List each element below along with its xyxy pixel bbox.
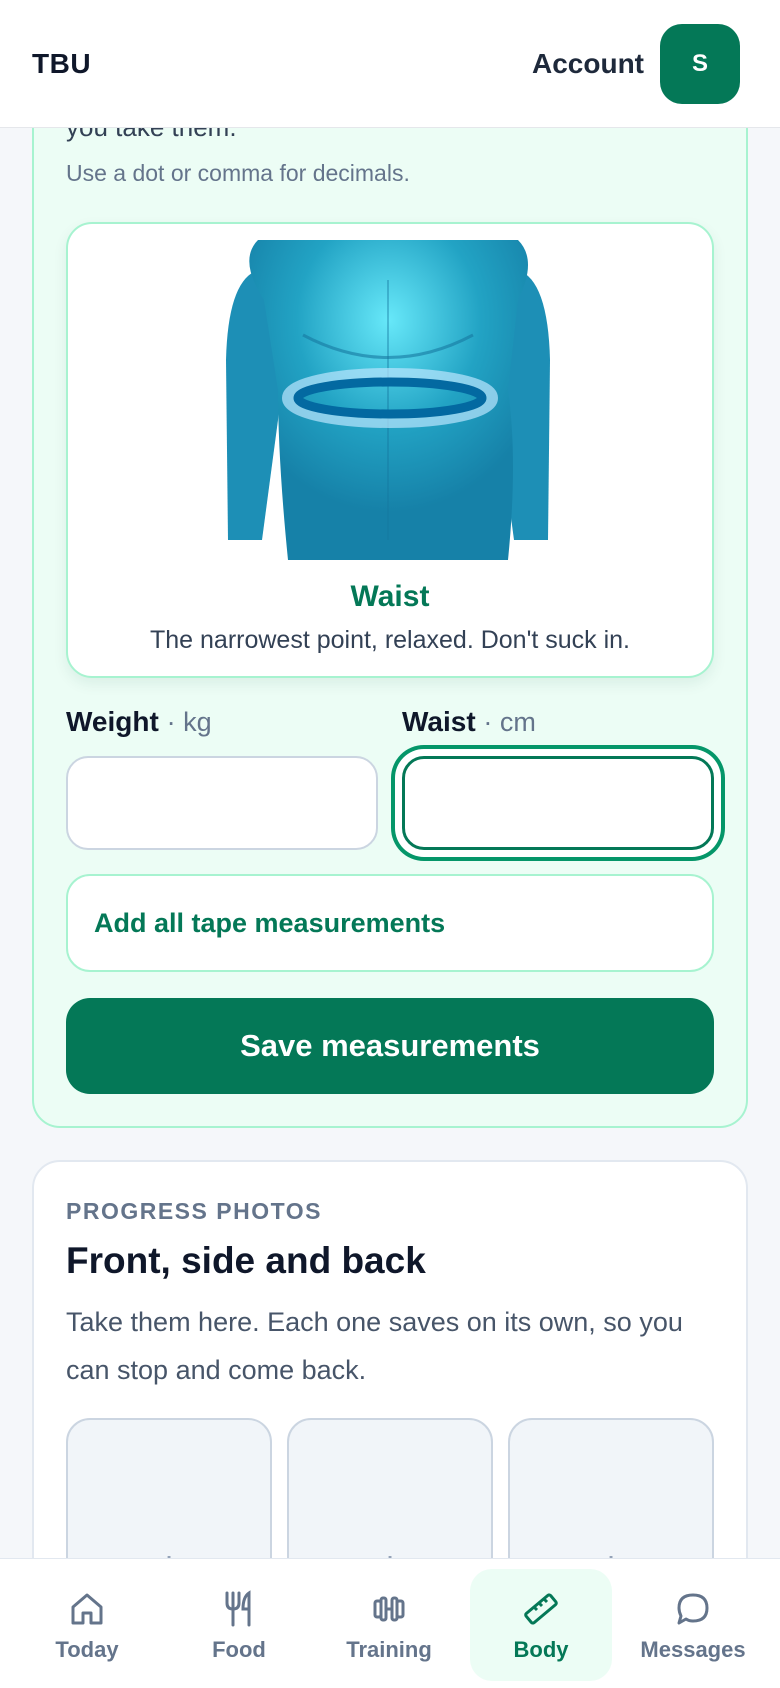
nav-label-training: Training <box>346 1637 432 1662</box>
measurement-guide-card: Waist The narrowest point, relaxed. Don'… <box>66 222 714 678</box>
waist-input[interactable] <box>402 756 714 850</box>
weight-label: Weight · kg <box>66 706 212 738</box>
weight-label-text: Weight <box>66 706 159 737</box>
guide-description: The narrowest point, relaxed. Don't suck… <box>149 626 630 654</box>
waist-label-text: Waist <box>402 706 476 737</box>
guide-title: Waist <box>350 580 430 613</box>
waist-unit: · cm <box>483 707 536 737</box>
account-link[interactable]: Account <box>532 48 644 80</box>
add-all-tape-measurements-button[interactable]: Add all tape measurements <box>66 874 714 972</box>
nav-label-messages: Messages <box>640 1637 746 1662</box>
nav-item-messages[interactable]: Messages <box>622 1569 764 1681</box>
progress-photos-title: Front, side and back <box>66 1240 426 1281</box>
nav-item-training[interactable]: Training <box>318 1569 460 1681</box>
chat-bubble-icon <box>677 1593 709 1625</box>
home-icon <box>71 1593 103 1625</box>
weight-unit: · kg <box>166 707 212 737</box>
save-measurements-button[interactable]: Save measurements <box>66 998 714 1094</box>
nav-item-food[interactable]: Food <box>168 1569 310 1681</box>
decimal-hint: Use a dot or comma for decimals. <box>66 160 410 186</box>
utensils-icon <box>225 1590 251 1627</box>
progress-photos-description: Take them here. Each one saves on its ow… <box>66 1307 683 1385</box>
nav-label-food: Food <box>212 1637 266 1662</box>
waist-label: Waist · cm <box>402 706 536 738</box>
brand-logo[interactable]: TBU <box>32 48 91 80</box>
nav-item-body[interactable]: Body <box>470 1569 612 1681</box>
nav-label-body: Body <box>513 1637 569 1662</box>
weight-input[interactable] <box>66 756 378 850</box>
top-bar: TBU Account S <box>0 0 780 128</box>
nav-label-today: Today <box>55 1637 119 1662</box>
waist-body-illustration <box>226 240 550 560</box>
nav-item-today[interactable]: Today <box>16 1569 158 1681</box>
ruler-icon <box>524 1593 558 1625</box>
bottom-navigation: Today Food Training Body Messages <box>0 1558 780 1688</box>
dumbbell-icon <box>373 1596 405 1622</box>
progress-photos-eyebrow: PROGRESS PHOTOS <box>66 1198 322 1224</box>
avatar[interactable]: S <box>660 24 740 104</box>
